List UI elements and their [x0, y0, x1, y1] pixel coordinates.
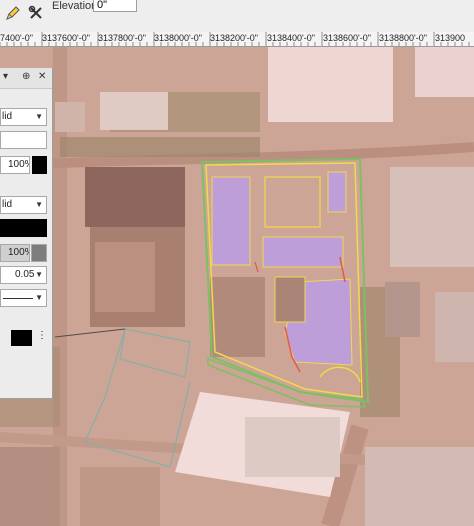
attributes-panel: ▾ ⊕ ✕ lid ▼ 100% lid ▼ 100% 0.05 ▼ ▼ ⋮ [0, 68, 53, 399]
ruler-label: 3137600'-0" [42, 33, 90, 43]
line-weight-select[interactable]: 0.05 ▼ [0, 266, 47, 284]
ruler-label: 3138200'-0" [210, 33, 258, 43]
fill-color-swatch[interactable] [32, 156, 47, 174]
ruler-label: 3138800'-0" [379, 33, 427, 43]
ruler-label: 313900 [435, 33, 466, 43]
pen-color-swatch[interactable] [0, 219, 47, 237]
chevron-down-icon: ▼ [35, 200, 43, 209]
opacity-value-1: 100% [8, 159, 29, 170]
chevron-down-icon: ▼ [35, 270, 43, 279]
pencil-icon[interactable] [4, 4, 22, 22]
map-canvas[interactable] [0, 47, 474, 526]
chevron-down-icon: ▼ [35, 112, 43, 121]
opacity-value-2: 100% [8, 247, 29, 258]
fill-style-value: lid [2, 111, 13, 122]
tools-icon[interactable] [27, 4, 45, 22]
opacity-field-2[interactable]: 100% [0, 244, 30, 262]
ellipsis-icon[interactable]: ⋮ [37, 330, 47, 341]
ruler-label: 3138000'-0" [154, 33, 202, 43]
options-icon[interactable]: ▾ [3, 71, 8, 82]
chevron-down-icon: ▼ [35, 293, 43, 302]
ruler-label: 7400'-0" [0, 33, 33, 43]
pen-style-value: lid [2, 199, 13, 210]
line-weight-value: 0.05 [15, 269, 35, 280]
pen-pattern-field[interactable] [31, 244, 47, 262]
aerial-site-plan [0, 47, 474, 526]
fill-style-select[interactable]: lid ▼ [0, 108, 47, 126]
opacity-field-1[interactable]: 100% [0, 156, 30, 174]
elevation-input[interactable] [93, 0, 137, 12]
top-toolbar: Elevation: [0, 0, 474, 33]
marker-color-swatch[interactable] [11, 330, 32, 346]
pin-icon[interactable]: ⊕ [22, 71, 30, 82]
panel-header: ▾ ⊕ ✕ [0, 68, 52, 89]
horizontal-ruler: 7400'-0" 3137600'-0" 3137800'-0" 3138000… [0, 32, 474, 47]
close-icon[interactable]: ✕ [38, 71, 46, 82]
line-type-preview [3, 298, 33, 299]
line-type-select[interactable]: ▼ [0, 289, 47, 307]
ruler-label: 3137800'-0" [98, 33, 146, 43]
pen-style-select[interactable]: lid ▼ [0, 196, 47, 214]
ruler-label: 3138400'-0" [267, 33, 315, 43]
ruler-label: 3138600'-0" [323, 33, 371, 43]
fill-pattern-field[interactable] [0, 131, 47, 149]
